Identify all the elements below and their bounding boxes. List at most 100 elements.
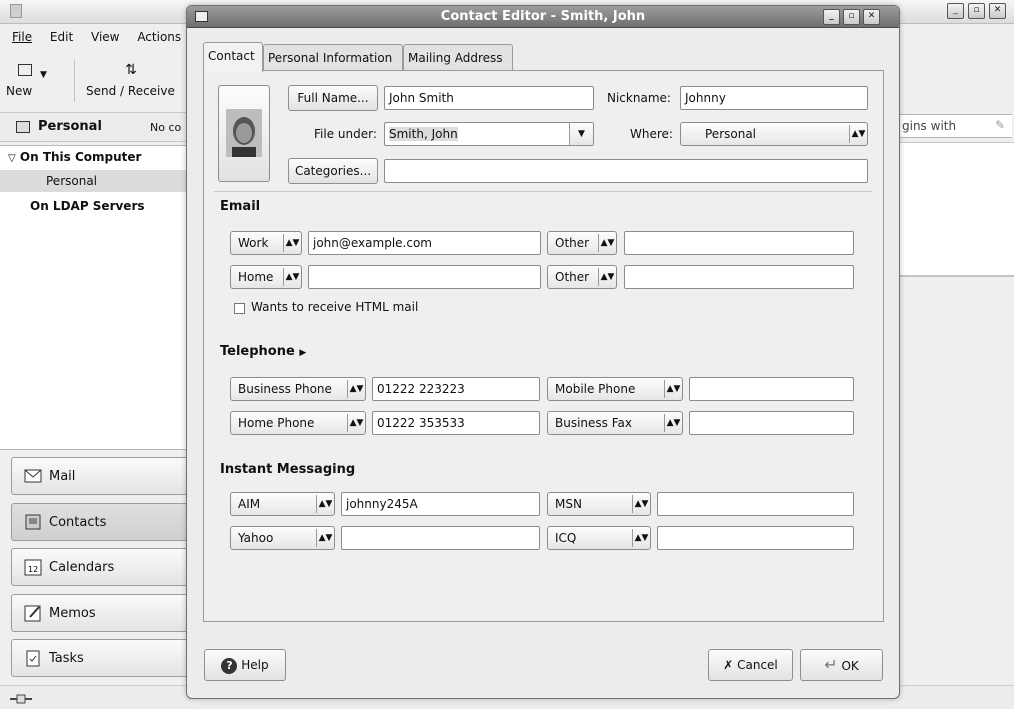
expander-arrow-icon[interactable]: ▶ — [299, 348, 306, 358]
categories-field[interactable] — [384, 159, 868, 183]
section-label: Telephone — [220, 344, 295, 359]
dialog-icon — [195, 11, 208, 22]
categories-button[interactable]: Categories... — [288, 158, 378, 184]
switcher-contacts[interactable]: Contacts — [11, 503, 191, 541]
telephone-section-title[interactable]: Telephone ▶ — [220, 344, 306, 359]
email-type-combo[interactable]: Work ▲▼ — [230, 231, 302, 255]
tree-group-label: On LDAP Servers — [30, 199, 145, 213]
tab-label: Personal Information — [268, 51, 393, 65]
tab-mailing-address[interactable]: Mailing Address — [403, 44, 513, 72]
tree-group-ldap[interactable]: On LDAP Servers — [0, 195, 190, 217]
switcher-calendars[interactable]: 12 Calendars — [11, 548, 191, 586]
main-minimize-button[interactable]: _ — [947, 3, 964, 19]
email-field[interactable] — [308, 265, 541, 289]
source-tree[interactable]: ▽ On This Computer Personal On LDAP Serv… — [0, 145, 190, 450]
phone-type-combo[interactable]: Business Phone ▲▼ — [230, 377, 366, 401]
menu-view[interactable]: View — [91, 30, 119, 44]
cancel-button[interactable]: ✗ Cancel — [708, 649, 793, 681]
html-mail-checkbox[interactable] — [234, 303, 245, 314]
email-field[interactable] — [624, 265, 854, 289]
im-field[interactable] — [341, 526, 540, 550]
nickname-field[interactable]: Johnny — [680, 86, 868, 110]
im-field[interactable] — [657, 526, 854, 550]
menu-file[interactable]: File — [12, 30, 32, 44]
combo-value: Home — [238, 270, 274, 284]
email-type-combo[interactable]: Other ▲▼ — [547, 265, 617, 289]
combo-value: AIM — [238, 497, 261, 511]
combo-value: Personal — [705, 127, 757, 141]
menu-bar: File Edit View Actions — [0, 30, 181, 52]
send-receive-label: Send / Receive — [86, 84, 175, 98]
connection-status-icon[interactable] — [10, 693, 32, 704]
combo-value: Business Fax — [555, 416, 632, 430]
phone-field[interactable] — [689, 411, 854, 435]
dropdown-arrow-icon[interactable]: ▼ — [40, 70, 47, 80]
main-maximize-button[interactable]: ▫ — [968, 3, 985, 19]
tree-item-personal[interactable]: Personal — [0, 170, 190, 192]
spin-arrows-icon: ▲▼ — [347, 414, 365, 432]
where-combo[interactable]: Personal ▲▼ — [680, 122, 868, 146]
phone-field[interactable]: 01222 353533 — [372, 411, 540, 435]
file-under-label: File under: — [314, 127, 377, 141]
combo-value: Home Phone — [238, 416, 315, 430]
email-type-combo[interactable]: Other ▲▼ — [547, 231, 617, 255]
dialog-maximize-button[interactable]: ▫ — [843, 9, 860, 25]
phone-field[interactable]: 01222 223223 — [372, 377, 540, 401]
dialog-close-button[interactable]: ✕ — [863, 9, 880, 25]
spin-arrows-icon: ▲▼ — [632, 529, 650, 547]
im-field[interactable]: johnny245A — [341, 492, 540, 516]
im-type-combo[interactable]: ICQ ▲▼ — [547, 526, 651, 550]
spin-arrows-icon: ▲▼ — [283, 268, 301, 286]
field-value: 01222 353533 — [377, 416, 465, 430]
combo-value: Yahoo — [238, 531, 274, 545]
contact-list[interactable] — [898, 142, 1014, 277]
expander-icon[interactable]: ▽ — [8, 153, 16, 164]
switcher-mail[interactable]: Mail — [11, 457, 191, 495]
addressbook-icon — [16, 121, 30, 133]
dropdown-arrow-icon[interactable]: ▼ — [569, 123, 593, 145]
full-name-button[interactable]: Full Name... — [288, 85, 378, 111]
phone-type-combo[interactable]: Business Fax ▲▼ — [547, 411, 683, 435]
im-type-combo[interactable]: MSN ▲▼ — [547, 492, 651, 516]
photo-button[interactable] — [218, 85, 270, 182]
phone-field[interactable] — [689, 377, 854, 401]
combo-value: ICQ — [555, 531, 577, 545]
spin-arrows-icon: ▲▼ — [316, 495, 334, 513]
phone-type-combo[interactable]: Home Phone ▲▼ — [230, 411, 366, 435]
combo-value: Other — [555, 270, 590, 284]
tree-item-label: Personal — [46, 174, 98, 188]
menu-edit[interactable]: Edit — [50, 30, 73, 44]
im-type-combo[interactable]: AIM ▲▼ — [230, 492, 335, 516]
spin-arrows-icon: ▲▼ — [632, 495, 650, 513]
ok-button[interactable]: ↵ OK — [800, 649, 883, 681]
tree-group-on-this-computer[interactable]: ▽ On This Computer — [0, 146, 190, 168]
tab-personal-information[interactable]: Personal Information — [263, 44, 403, 72]
field-value: Johnny — [685, 91, 726, 105]
menu-actions[interactable]: Actions — [137, 30, 181, 44]
phone-type-combo[interactable]: Mobile Phone ▲▼ — [547, 377, 683, 401]
nickname-label: Nickname: — [607, 91, 671, 105]
search-input[interactable]: gins with ✎ — [898, 114, 1012, 138]
dialog-minimize-button[interactable]: _ — [823, 9, 840, 25]
email-type-combo[interactable]: Home ▲▼ — [230, 265, 302, 289]
email-field[interactable]: john@example.com — [308, 231, 541, 255]
im-type-combo[interactable]: Yahoo ▲▼ — [230, 526, 335, 550]
switcher-memos[interactable]: Memos — [11, 594, 191, 632]
send-receive-button[interactable]: ⇅ Send / Receive — [82, 62, 182, 102]
help-button[interactable]: ? Help — [204, 649, 286, 681]
switcher-tasks[interactable]: Tasks — [11, 639, 191, 677]
dialog-title-bar[interactable]: Contact Editor - Smith, John _ ▫ ✕ — [187, 6, 899, 28]
email-field[interactable] — [624, 231, 854, 255]
new-button[interactable]: ▼ New — [6, 62, 66, 102]
im-field[interactable] — [657, 492, 854, 516]
switcher-label: Memos — [49, 606, 96, 621]
memo-icon — [24, 604, 42, 622]
tab-contact[interactable]: Contact — [203, 42, 263, 72]
combo-value: Business Phone — [238, 382, 332, 396]
html-mail-label[interactable]: Wants to receive HTML mail — [251, 300, 418, 314]
main-close-button[interactable]: ✕ — [989, 3, 1006, 19]
clear-search-icon[interactable]: ✎ — [995, 118, 1005, 132]
full-name-field[interactable]: John Smith — [384, 86, 594, 110]
toolbar-separator — [74, 60, 75, 102]
file-under-combo[interactable]: Smith, John ▼ — [384, 122, 594, 146]
